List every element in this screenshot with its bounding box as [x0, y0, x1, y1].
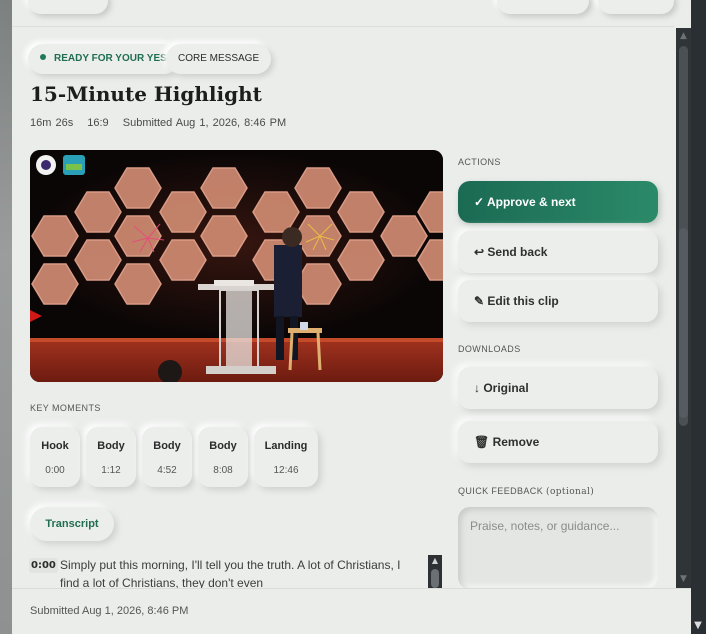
scroll-down-icon[interactable]: ▼ [676, 573, 691, 585]
clip-submitted: Submitted Aug 1, 2026, 8:46 PM [122, 117, 287, 129]
remove-button[interactable]: 🗑 Remove [458, 421, 658, 463]
header-divider [12, 26, 674, 27]
send-back-button[interactable]: ↩ Send back [458, 231, 658, 273]
moment-time: 12:46 [273, 465, 299, 476]
backdrop-right [691, 0, 706, 634]
scroll-up-icon[interactable]: ▲ [676, 30, 691, 42]
moment-label: Body [153, 440, 181, 452]
backdrop-left [0, 0, 12, 634]
outer-scroll-down-icon[interactable]: ▼ [692, 620, 704, 632]
moment-chip[interactable]: Body 8:08 [198, 427, 248, 487]
moment-time: 4:52 [157, 465, 177, 476]
feedback-textarea[interactable] [458, 507, 658, 589]
status-dot-icon [40, 54, 46, 61]
scroll-up-icon[interactable]: ▲ [428, 555, 442, 567]
page-title: 15-Minute Highlight [30, 82, 262, 106]
status-badge-label: READY FOR YOUR YES [54, 53, 167, 64]
quick-feedback-optional: (optional) [546, 487, 595, 497]
moment-chip[interactable]: Landing 12:46 [254, 427, 318, 487]
moment-time: 8:08 [213, 465, 233, 476]
moment-time: 1:12 [101, 465, 121, 476]
moment-label: Body [97, 440, 125, 452]
actions-label: ACTIONS [458, 157, 501, 167]
moment-chip[interactable]: Body 1:12 [86, 427, 136, 487]
moment-label: Landing [264, 440, 308, 452]
transcript-timestamp[interactable]: 0:00 [29, 558, 58, 573]
footer: Submitted Aug 1, 2026, 8:46 PM [12, 588, 691, 634]
moment-chip[interactable]: Body 4:52 [142, 427, 192, 487]
clip-duration: 16m 26s [30, 117, 74, 129]
approve-next-button[interactable]: ✓ Approve & next [458, 181, 658, 223]
quick-feedback-title: QUICK FEEDBACK [458, 486, 544, 496]
video-player[interactable] [30, 150, 443, 382]
moment-time: 0:00 [45, 465, 65, 476]
transcript-scrollbar[interactable]: ▲ [428, 555, 442, 588]
clip-meta: 16m 26s 16:9 Submitted Aug 1, 2026, 8:46… [30, 117, 296, 129]
moment-label: Body [209, 440, 237, 452]
edit-clip-button[interactable]: ✎ Edit this clip [458, 280, 658, 322]
tab-transcript[interactable]: Transcript [30, 507, 114, 541]
moment-chip[interactable]: Hook 0:00 [30, 427, 80, 487]
top-left-button[interactable] [28, 0, 108, 14]
content-scrollbar[interactable]: ▲ ▼ [676, 28, 691, 588]
quick-feedback-label: QUICK FEEDBACK (optional) [458, 486, 594, 497]
top-right-button-2[interactable] [598, 0, 674, 14]
scroll-thumb[interactable] [679, 228, 688, 418]
clip-aspect: 16:9 [87, 117, 109, 129]
status-badge: READY FOR YOUR YES [28, 44, 179, 74]
transcript-scroll-thumb[interactable] [431, 569, 439, 588]
video-frame [30, 150, 443, 382]
footer-submitted: Submitted Aug 1, 2026, 8:46 PM [30, 605, 189, 617]
category-badge: CORE MESSAGE [166, 44, 272, 74]
key-moments-label: KEY MOMENTS [30, 403, 101, 413]
transcript-text: Simply put this morning, I'll tell you t… [60, 558, 401, 589]
category-badge-label: CORE MESSAGE [178, 53, 260, 64]
download-original-button[interactable]: ↓ Original [458, 367, 658, 409]
downloads-label: DOWNLOADS [458, 344, 521, 354]
moment-label: Hook [41, 440, 69, 452]
top-right-button-1[interactable] [497, 0, 589, 14]
